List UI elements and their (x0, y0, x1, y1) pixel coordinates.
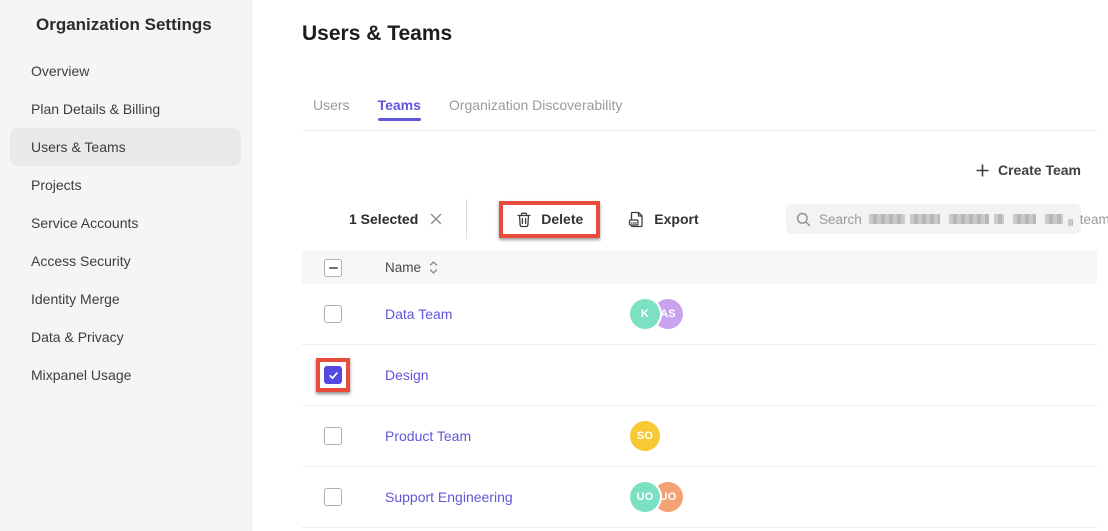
table-row: Product Team SO (302, 406, 1097, 467)
table-row: Support Engineering UO UO (302, 467, 1097, 528)
selection-status: 1 Selected (349, 211, 444, 227)
plus-icon (976, 164, 989, 177)
row-checkbox[interactable] (324, 305, 342, 323)
search-placeholder: Search teams (819, 212, 1108, 227)
team-link[interactable]: Design (385, 367, 429, 383)
search-placeholder-suffix: teams (1080, 212, 1108, 227)
row-checkbox[interactable] (324, 427, 342, 445)
search-icon (796, 212, 811, 227)
create-team-label: Create Team (998, 162, 1081, 178)
close-icon (430, 213, 442, 225)
sidebar-item-identity-merge[interactable]: Identity Merge (10, 280, 241, 318)
avatar-stack: K AS (630, 299, 683, 329)
name-header-label: Name (385, 260, 421, 275)
organization-settings-page: Organization Settings Overview Plan Deta… (0, 0, 1108, 531)
team-link[interactable]: Support Engineering (385, 489, 513, 505)
sidebar-nav: Overview Plan Details & Billing Users & … (0, 52, 251, 394)
avatar: K (630, 299, 660, 329)
sidebar-item-plan-details-billing[interactable]: Plan Details & Billing (10, 90, 241, 128)
sidebar-item-access-security[interactable]: Access Security (10, 242, 241, 280)
export-label: Export (654, 211, 698, 227)
selected-count: 1 Selected (349, 211, 418, 227)
row-checkbox[interactable] (324, 488, 342, 506)
checkmark-icon (328, 370, 339, 381)
tab-users[interactable]: Users (313, 97, 350, 114)
page-title: Users & Teams (302, 20, 1097, 47)
sidebar-item-service-accounts[interactable]: Service Accounts (10, 204, 241, 242)
avatar-stack: SO (630, 421, 660, 451)
sort-icon[interactable] (429, 261, 438, 274)
avatar: SO (630, 421, 660, 451)
vertical-divider (466, 199, 467, 239)
trash-icon (516, 211, 532, 228)
table-row: Data Team K AS (302, 284, 1097, 345)
export-button[interactable]: csv Export (628, 211, 698, 228)
create-team-row: Create Team (302, 157, 1097, 183)
search-placeholder-prefix: Search (819, 212, 862, 227)
sidebar: Organization Settings Overview Plan Deta… (0, 0, 252, 531)
avatar-stack: UO UO (630, 482, 683, 512)
sidebar-item-projects[interactable]: Projects (10, 166, 241, 204)
name-column-header: Name (385, 260, 630, 275)
sidebar-item-mixpanel-usage[interactable]: Mixpanel Usage (10, 356, 241, 394)
redacted-placeholder-text (869, 214, 1073, 224)
tab-organization-discoverability[interactable]: Organization Discoverability (449, 97, 623, 114)
sidebar-item-data-privacy[interactable]: Data & Privacy (10, 318, 241, 356)
row-checkbox-checked[interactable] (324, 366, 342, 384)
delete-button[interactable]: Delete (516, 211, 583, 228)
table-header-row: Name (302, 251, 1097, 284)
team-link[interactable]: Data Team (385, 306, 452, 322)
bulk-action-bar: 1 Selected (302, 196, 1097, 242)
team-link[interactable]: Product Team (385, 428, 471, 444)
sidebar-item-overview[interactable]: Overview (10, 52, 241, 90)
sidebar-item-users-teams[interactable]: Users & Teams (10, 128, 241, 166)
main-content: Users & Teams Users Teams Organization D… (252, 0, 1108, 531)
search-input[interactable]: Search teams (786, 204, 1081, 234)
teams-table: Name Data Team K AS (302, 251, 1097, 528)
svg-text:csv: csv (631, 220, 638, 224)
delete-label: Delete (541, 211, 583, 227)
select-all-checkbox[interactable] (324, 259, 342, 277)
csv-file-icon: csv (628, 211, 645, 228)
create-team-button[interactable]: Create Team (976, 162, 1081, 178)
tab-bar: Users Teams Organization Discoverability (302, 97, 1097, 131)
sidebar-title: Organization Settings (0, 0, 251, 36)
delete-annotation-box: Delete (499, 201, 600, 238)
checkbox-annotation-box (316, 358, 350, 392)
tab-teams[interactable]: Teams (378, 97, 421, 114)
clear-selection-button[interactable] (428, 211, 444, 227)
avatar: UO (630, 482, 660, 512)
table-row: Design (302, 345, 1097, 406)
